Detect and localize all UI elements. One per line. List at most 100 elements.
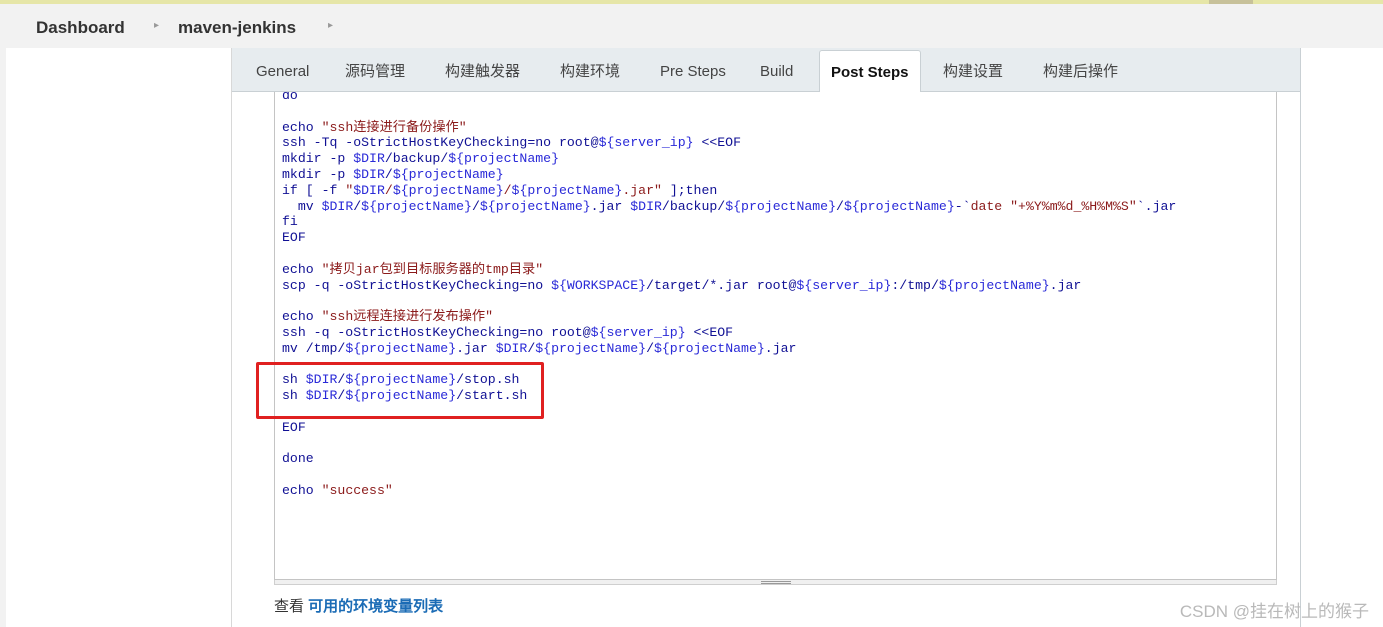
code-token: -` [954, 198, 971, 214]
code-line: ​ [282, 357, 1176, 373]
code-line: sh $DIR/${projectName}/stop.sh [282, 372, 1176, 388]
code-token: scp -q -oStrictHostKeyChecking=no [282, 277, 552, 293]
code-token: .jar [590, 198, 631, 214]
tab-general[interactable]: General [256, 48, 309, 92]
code-token: ${projectName} [392, 166, 504, 182]
code-token: ${server_ip} [590, 324, 686, 340]
code-token: mkdir -p [282, 166, 354, 182]
code-line: ​ [282, 104, 1176, 120]
code-token: ];then [661, 182, 718, 198]
code-token: "success" [321, 482, 393, 498]
code-token: / [471, 198, 480, 214]
code-token: "ssh远程连接进行发布操作" [321, 309, 494, 325]
code-token: $DIR [353, 151, 385, 167]
code-token: $DIR [353, 166, 385, 182]
code-line: ​ [282, 246, 1176, 262]
code-token: ssh -Tq -oStrictHostKeyChecking=no root@ [282, 135, 599, 151]
code-line: mkdir -p $DIR/backup/${projectName} [282, 151, 1176, 167]
code-line: ​ [282, 404, 1176, 420]
code-token: fi [282, 214, 298, 230]
code-token: / [384, 166, 393, 182]
code-token: / [503, 182, 512, 198]
breadcrumb-dashboard[interactable]: Dashboard [36, 18, 125, 38]
breadcrumb-job[interactable]: maven-jenkins [178, 18, 296, 38]
code-token: /target/*.jar root@ [646, 277, 797, 293]
code-token: / [646, 340, 654, 356]
env-vars-line: 查看 可用的环境变量列表 [274, 595, 443, 616]
code-line: echo "ssh远程连接进行发布操作" [282, 309, 1176, 325]
code-token: / [384, 182, 393, 198]
code-token: <<EOF [685, 324, 734, 340]
code-token: EOF [282, 230, 306, 246]
code-token: $DIR [305, 372, 338, 388]
code-token: ${projectName} [345, 372, 457, 388]
env-vars-prefix: 查看 [274, 598, 309, 615]
editor-resize-handle[interactable] [274, 580, 1277, 585]
code-token: ${projectName} [345, 388, 457, 404]
tab-build-triggers[interactable]: 构建触发器 [445, 48, 520, 92]
code-line: mv /tmp/${projectName}.jar $DIR/${projec… [282, 341, 1176, 357]
code-line: ​ [282, 293, 1176, 309]
code-token: ${projectName} [725, 198, 837, 214]
code-token: .jar [1049, 277, 1082, 293]
code-token: ${server_ip} [598, 135, 694, 151]
tab-build-environment[interactable]: 构建环境 [560, 48, 620, 92]
tab-pre-steps[interactable]: Pre Steps [660, 48, 726, 92]
code-token: $DIR [495, 340, 528, 356]
code-token: ${WORKSPACE} [551, 277, 647, 293]
code-token: /start.sh [456, 388, 528, 404]
shell-script-editor[interactable]: do​echo "ssh连接进行备份操作"ssh -Tq -oStrictHos… [274, 92, 1277, 580]
code-token: <<EOF [693, 135, 742, 151]
chevron-right-icon[interactable]: ▸ [154, 20, 159, 31]
code-token: mkdir -p [282, 151, 354, 167]
code-token: /backup/ [661, 198, 726, 214]
code-token: .jar [764, 340, 797, 356]
tab-build[interactable]: Build [760, 48, 793, 92]
code-token: ${projectName} [843, 198, 955, 214]
code-token: ${projectName} [392, 182, 504, 198]
tab-post-steps[interactable]: Post Steps [819, 50, 921, 93]
code-line: scp -q -oStrictHostKeyChecking=no ${WORK… [282, 278, 1176, 294]
code-line: ssh -q -oStrictHostKeyChecking=no root@$… [282, 325, 1176, 341]
code-token: $DIR [353, 182, 385, 198]
side-panel [0, 48, 6, 627]
code-line: if [ -f "$DIR/${projectName}/${projectNa… [282, 183, 1176, 199]
code-line: do [282, 92, 1176, 104]
code-token: / [353, 198, 362, 214]
code-line: EOF [282, 420, 1176, 436]
code-token: .jar" [622, 182, 662, 198]
watermark: CSDN @挂在树上的猴子 [1179, 602, 1369, 621]
code-line: sh $DIR/${projectName}/start.sh [282, 388, 1176, 404]
code-token: mv /tmp/ [282, 340, 346, 356]
code-token: echo [282, 309, 322, 325]
chevron-right-icon[interactable]: ▸ [328, 20, 333, 31]
code-line: echo "ssh连接进行备份操作" [282, 120, 1176, 136]
code-token: ${projectName} [361, 198, 472, 214]
code-token: echo [282, 261, 322, 277]
code-line: ssh -Tq -oStrictHostKeyChecking=no root@… [282, 135, 1176, 151]
code-token: ${projectName} [535, 340, 647, 356]
code-token: ${projectName} [479, 198, 591, 214]
code-token: / [836, 198, 844, 214]
code-token: `.jar [1136, 198, 1177, 214]
code-token: "拷贝jar包到目标服务器的tmp目录" [321, 261, 544, 277]
code-line: mkdir -p $DIR/${projectName} [282, 167, 1176, 183]
config-tabs: General 源码管理 构建触发器 构建环境 Pre Steps Build … [232, 48, 1301, 93]
code-line: ​ [282, 436, 1176, 452]
code-line: EOF [282, 230, 1176, 246]
code-token: sh [282, 372, 306, 388]
code-token: echo [282, 119, 322, 135]
code-line: echo "拷贝jar包到目标服务器的tmp目录" [282, 262, 1176, 278]
code-token: mv [282, 198, 322, 214]
code-token: $DIR [630, 198, 662, 214]
tab-post-build-actions[interactable]: 构建后操作 [1043, 48, 1118, 92]
tab-build-settings[interactable]: 构建设置 [943, 48, 1003, 92]
env-vars-link[interactable]: 可用的环境变量列表 [308, 598, 443, 615]
code-token: ${projectName} [938, 277, 1050, 293]
code-token: date "+%Y%m%d_%H%M%S" [970, 198, 1137, 214]
code-token: done [282, 451, 314, 467]
tab-source-control[interactable]: 源码管理 [345, 48, 405, 92]
code-token: ${projectName} [345, 340, 457, 356]
code-token: sh [282, 388, 306, 404]
code-line: fi [282, 214, 1176, 230]
